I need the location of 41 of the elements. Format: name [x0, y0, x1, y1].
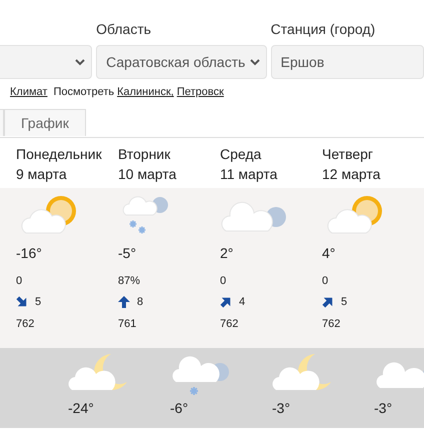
weekday: Понедельник: [16, 145, 103, 164]
input-field[interactable]: Ершов: [270, 45, 424, 79]
pressure: 761: [118, 318, 136, 330]
city-link[interactable]: Калининск,: [117, 86, 174, 98]
temperature: -16°: [16, 245, 42, 263]
wind-speed: 5: [35, 296, 42, 308]
tab[interactable]: График: [4, 109, 86, 136]
pressure: 762: [322, 318, 340, 330]
date: 11 марта: [220, 165, 278, 184]
weekday: Вторник: [118, 145, 172, 164]
date: 10 марта: [118, 165, 178, 184]
night-temperature: -3°: [272, 400, 290, 416]
temperature: 4°: [322, 245, 336, 263]
night-temperature: -6°: [170, 400, 188, 416]
chevron-icon: [250, 58, 260, 66]
temperature: -5°: [118, 245, 136, 263]
precipitation: 87%: [118, 275, 140, 287]
date: 9 марта: [16, 165, 68, 184]
wind-speed: 5: [341, 296, 348, 308]
precipitation: 0: [322, 275, 328, 287]
wind-arrow-icon: [118, 296, 130, 308]
precipitation: 0: [220, 275, 226, 287]
pressure: 762: [220, 318, 238, 330]
wind-speed: 4: [239, 296, 246, 308]
field-label: Станция (город): [270, 21, 376, 39]
see-label: Посмотреть: [53, 86, 114, 98]
select-field[interactable]: [0, 45, 92, 79]
link[interactable]: Климат: [10, 86, 48, 98]
date: 12 марта: [322, 165, 382, 184]
weekday: Среда: [220, 145, 262, 164]
pressure: 762: [16, 318, 34, 330]
wind-speed: 8: [137, 296, 144, 308]
select-field[interactable]: Саратовская область: [96, 45, 267, 79]
precipitation: 0: [16, 275, 22, 287]
night-temperature: -24°: [68, 400, 94, 416]
field-label: Область: [96, 21, 152, 39]
night-temperature: -3°: [374, 400, 392, 416]
temperature: 2°: [220, 245, 234, 263]
weekday: Четверг: [322, 145, 374, 164]
city-link[interactable]: Петровск: [176, 86, 224, 98]
chevron-icon: [75, 58, 86, 66]
